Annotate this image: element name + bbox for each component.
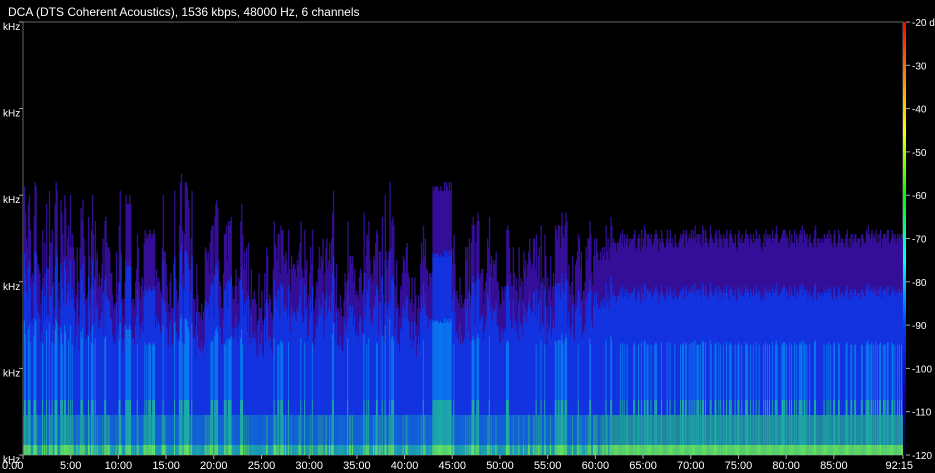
colorbar-tick-label: -40 <box>912 105 927 116</box>
x-tick-label: 55:00 <box>534 460 562 472</box>
x-tick-label: 92:15 <box>885 460 913 472</box>
x-tick-label: 30:00 <box>295 460 323 472</box>
x-tick-label: 25:00 <box>248 460 276 472</box>
y-tick-label: kHz <box>3 282 20 293</box>
x-tick-label: 60:00 <box>582 460 610 472</box>
x-tick-label: 50:00 <box>486 460 514 472</box>
colorbar-tick-label: -20 dB <box>912 18 935 29</box>
colorbar-tick-label: -60 <box>912 191 927 202</box>
plot-area <box>22 21 904 456</box>
y-tick-label: kHz <box>3 109 20 120</box>
y-tick-label: kHz <box>3 368 20 379</box>
colorbar-tick-label: -50 <box>912 148 927 159</box>
x-tick-label: 85:00 <box>820 460 848 472</box>
colorbar-tick-label: -100 <box>912 364 932 375</box>
x-tick-label: 5:00 <box>60 460 81 472</box>
colorbar-tick-label: -80 <box>912 278 927 289</box>
x-tick-label: 75:00 <box>725 460 753 472</box>
y-tick-label: kHz <box>3 22 20 33</box>
colorbar-tick-label: -120 <box>912 451 932 462</box>
colorbar-tick-label: -110 <box>912 408 932 419</box>
colorbar-tick-label: -90 <box>912 321 927 332</box>
y-tick-label: kHz <box>3 195 20 206</box>
x-tick-label: 70:00 <box>677 460 705 472</box>
colorbar-tick-label: -70 <box>912 235 927 246</box>
colorbar-gradient <box>903 22 906 455</box>
x-tick-label: 20:00 <box>200 460 228 472</box>
colorbar-tick-label: -30 <box>912 61 927 72</box>
x-tick-label: 65:00 <box>629 460 657 472</box>
spectrogram-chart: DCA (DTS Coherent Acoustics), 1536 kbps,… <box>0 0 935 473</box>
x-tick-label: 10:00 <box>105 460 133 472</box>
x-tick-label: 35:00 <box>343 460 371 472</box>
x-tick-label: 40:00 <box>391 460 419 472</box>
x-tick-label: 0:00 <box>2 460 23 472</box>
chart-title: DCA (DTS Coherent Acoustics), 1536 kbps,… <box>8 5 360 19</box>
x-tick-label: 45:00 <box>439 460 467 472</box>
x-tick-label: 15:00 <box>152 460 180 472</box>
x-tick-label: 80:00 <box>772 460 800 472</box>
